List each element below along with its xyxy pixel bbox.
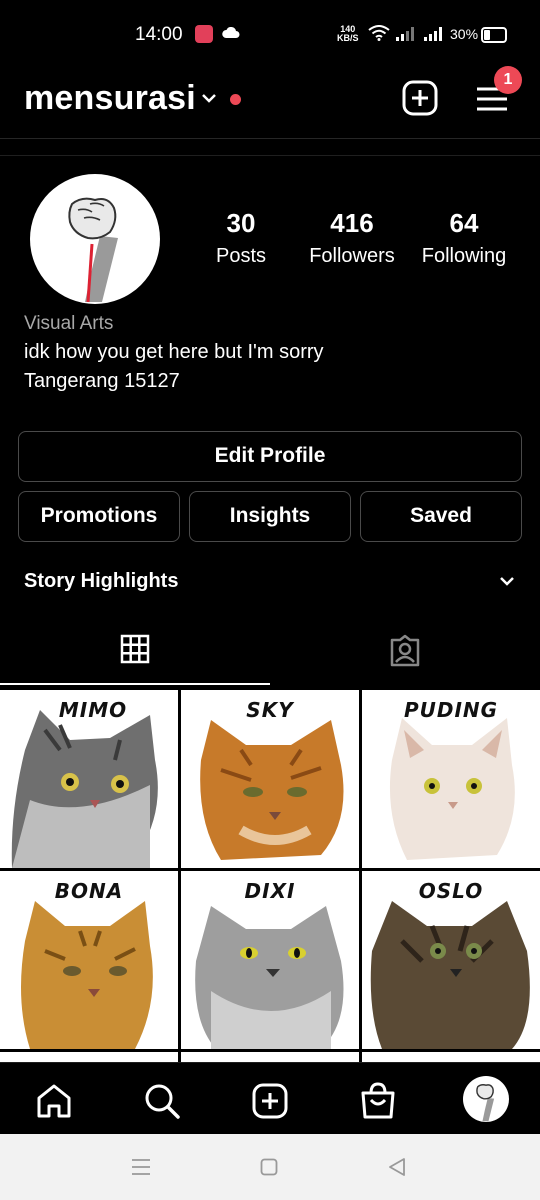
net-speed: 140 KB/S	[337, 25, 359, 43]
posts-label: Posts	[215, 245, 267, 267]
active-tab-indicator	[0, 683, 270, 685]
posts-count: 30	[226, 208, 256, 238]
grid-post[interactable]: OSLO	[362, 871, 540, 1049]
grid-post[interactable]: DIXI	[181, 871, 359, 1049]
story-highlights-label[interactable]: Story Highlights	[24, 570, 178, 593]
saved-button[interactable]: Saved	[360, 491, 522, 542]
tagged-person-icon	[390, 634, 420, 667]
shop-icon[interactable]	[358, 1081, 398, 1121]
grid-post[interactable]: SKY	[181, 690, 359, 868]
wifi-icon	[368, 25, 390, 41]
edit-profile-button[interactable]: Edit Profile	[18, 431, 522, 482]
promotions-button[interactable]: Promotions	[18, 491, 180, 542]
status-bar: 14:00 140 KB/S 30%	[0, 0, 540, 64]
grid-post[interactable]	[362, 1052, 540, 1062]
grid-icon	[120, 634, 150, 664]
status-time: 14:00	[135, 24, 183, 45]
grid-post[interactable]: BONA	[0, 871, 178, 1049]
fist-drawing	[68, 197, 118, 303]
notification-app-icon	[195, 25, 213, 43]
recent-apps-icon[interactable]	[131, 1158, 151, 1176]
following-stat[interactable]: 64 Following	[416, 208, 512, 268]
post-title: SKY	[246, 698, 294, 722]
grid-post[interactable]: PUDING	[362, 690, 540, 868]
profile-location[interactable]: Tangerang 15127	[24, 370, 180, 393]
post-title: DIXI	[244, 879, 296, 903]
tab-tagged[interactable]	[270, 620, 540, 686]
home-button-icon[interactable]	[260, 1158, 278, 1176]
grid-post[interactable]: MIMO	[0, 690, 178, 868]
battery-level	[484, 30, 490, 40]
insights-button[interactable]: Insights	[189, 491, 351, 542]
menu-badge: 1	[494, 66, 522, 94]
post-title: PUDING	[403, 698, 499, 722]
following-label: Following	[421, 245, 507, 267]
home-icon[interactable]	[34, 1081, 74, 1121]
profile-bio: idk how you get here but I'm sorry	[24, 341, 324, 363]
net-speed-unit: KB/S	[337, 33, 359, 43]
followers-label: Followers	[309, 245, 395, 267]
profile-avatar[interactable]	[30, 174, 160, 304]
chevron-down-icon[interactable]	[499, 575, 515, 587]
post-title: MIMO	[58, 698, 128, 722]
chevron-down-icon[interactable]	[201, 93, 217, 103]
grid-post[interactable]	[0, 1052, 178, 1062]
profile-tab-avatar[interactable]	[463, 1076, 509, 1122]
cloud-icon	[222, 27, 240, 38]
profile-header: mensurasi 1	[0, 64, 540, 139]
followers-count: 416	[330, 208, 374, 238]
search-icon[interactable]	[142, 1081, 182, 1121]
battery-percent: 30%	[450, 26, 479, 42]
fist-drawing	[476, 1084, 495, 1122]
grid-post[interactable]	[181, 1052, 359, 1062]
notification-dot	[230, 94, 241, 105]
new-post-button[interactable]	[402, 80, 438, 116]
post-title: BONA	[54, 879, 124, 903]
signal-icon	[396, 27, 414, 41]
create-icon[interactable]	[250, 1081, 290, 1121]
system-nav-bar	[0, 1134, 540, 1200]
following-count: 64	[449, 208, 479, 238]
posts-grid: MIMO SKY PUDING BONA DIXI OSLO	[0, 688, 540, 1062]
posts-stat[interactable]: 30 Posts	[195, 208, 287, 268]
back-icon[interactable]	[387, 1157, 407, 1177]
bottom-nav	[0, 1062, 540, 1135]
divider	[0, 155, 540, 156]
tab-posts-grid[interactable]	[0, 620, 270, 686]
post-title: OSLO	[418, 879, 484, 903]
account-switcher[interactable]: mensurasi	[24, 79, 196, 118]
followers-stat[interactable]: 416 Followers	[302, 208, 402, 268]
profile-category: Visual Arts	[24, 313, 114, 334]
signal-icon	[424, 27, 442, 41]
